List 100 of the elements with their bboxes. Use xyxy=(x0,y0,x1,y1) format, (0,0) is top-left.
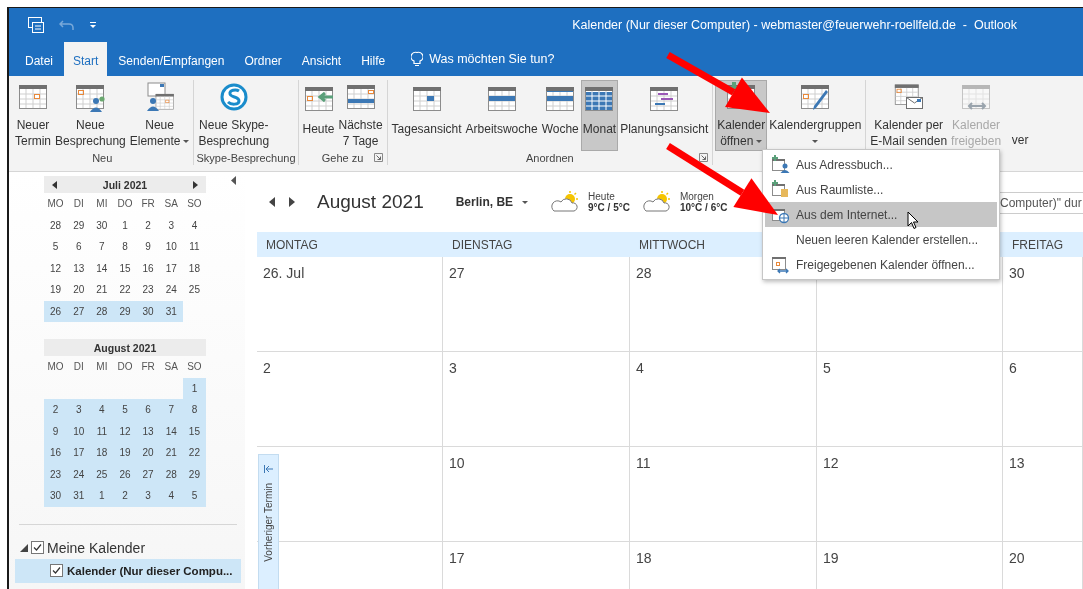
date-cell[interactable]: 10 xyxy=(67,420,91,442)
ribbon-button[interactable]: Nächste 7 Tage xyxy=(336,80,385,151)
date-cell[interactable]: 4 xyxy=(159,485,183,507)
date-cell[interactable]: 17 xyxy=(67,442,91,464)
date-cell[interactable]: 23 xyxy=(44,463,68,485)
date-cell[interactable]: 10 xyxy=(159,236,183,258)
menu-item[interactable]: Aus Adressbuch... xyxy=(765,152,997,177)
date-cell[interactable]: 11 xyxy=(90,420,114,442)
date-cell[interactable]: 4 xyxy=(182,214,206,236)
date-cell[interactable]: 5 xyxy=(113,399,137,421)
ribbon-tab[interactable]: Datei xyxy=(16,42,62,76)
ribbon-tab[interactable]: Ansicht xyxy=(292,42,351,76)
date-cell[interactable]: 28 xyxy=(90,300,114,322)
date-cell[interactable]: 23 xyxy=(136,279,160,301)
date-cell[interactable]: 9 xyxy=(44,420,68,442)
date-cell[interactable]: 7 xyxy=(90,236,114,258)
ribbon-button[interactable]: Woche xyxy=(539,80,581,151)
date-cell[interactable]: 1 xyxy=(182,377,206,399)
date-cell[interactable]: 25 xyxy=(182,279,206,301)
date-cell[interactable]: 19 xyxy=(44,279,68,301)
ribbon-tab[interactable]: Start xyxy=(64,42,108,76)
date-cell[interactable]: 11 xyxy=(182,236,206,258)
date-cell[interactable]: 3 xyxy=(136,485,160,507)
date-cell[interactable]: 20 xyxy=(67,279,91,301)
date-cell[interactable]: 29 xyxy=(67,214,91,236)
previous-arrow-icon[interactable] xyxy=(269,197,275,207)
dialog-launcher-icon[interactable] xyxy=(373,153,383,163)
ribbon-button[interactable]: Neue Besprechung xyxy=(53,80,128,151)
date-cell[interactable]: 4 xyxy=(90,399,114,421)
ribbon-button[interactable]: Heute xyxy=(300,80,337,151)
date-cell[interactable]: 16 xyxy=(136,257,160,279)
date-cell[interactable]: 3 xyxy=(67,399,91,421)
date-cell[interactable]: 7 xyxy=(159,399,183,421)
ribbon-button[interactable]: Neue Skype- Besprechung xyxy=(196,80,272,151)
date-cell[interactable]: 30 xyxy=(44,485,68,507)
menu-item[interactable]: Aus Raumliste... xyxy=(765,177,997,202)
ribbon-button[interactable]: Monat xyxy=(580,80,619,151)
ribbon-button[interactable]: Neue Elemente xyxy=(127,80,192,151)
checkbox[interactable] xyxy=(31,541,44,554)
tell-me-field[interactable]: Was möchten Sie tun? xyxy=(429,52,570,66)
date-cell[interactable]: 30 xyxy=(90,214,114,236)
ribbon-button[interactable]: Tagesansicht xyxy=(389,80,464,151)
date-cell[interactable]: 31 xyxy=(159,300,183,322)
date-cell[interactable]: 2 xyxy=(136,214,160,236)
date-cell[interactable]: 2 xyxy=(44,399,68,421)
calendar-list-item[interactable]: Kalender (Nur dieser Compu... xyxy=(15,558,241,583)
date-cell[interactable]: 21 xyxy=(159,442,183,464)
ribbon-button[interactable]: Arbeitswoche xyxy=(463,80,540,151)
date-cell[interactable]: 19 xyxy=(113,442,137,464)
date-cell[interactable]: 31 xyxy=(67,485,91,507)
date-cell[interactable]: 22 xyxy=(182,442,206,464)
date-cell[interactable]: 24 xyxy=(67,463,91,485)
date-cell[interactable]: 9 xyxy=(136,236,160,258)
folder-label[interactable]: Meine Kalender xyxy=(47,539,146,556)
ribbon-tab[interactable]: Hilfe xyxy=(352,42,395,76)
ribbon-button[interactable]: Planungsansicht xyxy=(618,80,711,151)
date-cell[interactable]: 6 xyxy=(136,399,160,421)
next-arrow-icon[interactable] xyxy=(193,180,198,189)
date-cell[interactable]: 30 xyxy=(136,300,160,322)
date-cell[interactable]: 21 xyxy=(90,279,114,301)
previous-arrow-icon[interactable] xyxy=(52,180,57,189)
date-cell[interactable]: 5 xyxy=(44,236,68,258)
date-cell[interactable]: 25 xyxy=(90,463,114,485)
date-cell[interactable]: 12 xyxy=(44,257,68,279)
date-cell[interactable]: 16 xyxy=(44,442,68,464)
date-cell[interactable]: 26 xyxy=(113,463,137,485)
menu-item[interactable]: Freigegebenen Kalender öffnen... xyxy=(765,252,997,277)
previous-appointment-tab[interactable]: Vorheriger Termin xyxy=(258,454,279,589)
menu-item[interactable]: Aus dem Internet... xyxy=(765,202,997,227)
dialog-launcher-icon[interactable] xyxy=(699,153,709,163)
date-cell[interactable]: 24 xyxy=(159,279,183,301)
date-cell[interactable]: 27 xyxy=(67,300,91,322)
date-cell[interactable]: 5 xyxy=(182,485,206,507)
date-cell[interactable]: 1 xyxy=(90,485,114,507)
date-cell[interactable]: 8 xyxy=(113,236,137,258)
checkbox[interactable] xyxy=(50,564,63,577)
collapse-chevron-icon[interactable] xyxy=(231,176,237,185)
expand-triangle-icon[interactable] xyxy=(20,543,28,552)
customize-caret-icon[interactable] xyxy=(89,21,97,29)
ribbon-button[interactable]: Neuer Termin xyxy=(13,80,53,151)
save-icon[interactable] xyxy=(27,16,45,34)
date-cell[interactable]: 2 xyxy=(113,485,137,507)
next-arrow-icon[interactable] xyxy=(289,197,295,207)
date-cell[interactable]: 13 xyxy=(67,257,91,279)
search-field[interactable]: Computer)" dur xyxy=(999,192,1083,214)
menu-item[interactable]: Neuen leeren Kalender erstellen... xyxy=(765,227,997,252)
date-cell[interactable]: 14 xyxy=(90,257,114,279)
date-cell[interactable]: 29 xyxy=(113,300,137,322)
date-cell[interactable]: 6 xyxy=(67,236,91,258)
date-cell[interactable]: 8 xyxy=(182,399,206,421)
date-cell[interactable]: 17 xyxy=(159,257,183,279)
ribbon-button[interactable]: ver xyxy=(1003,80,1038,151)
date-cell[interactable]: 18 xyxy=(90,442,114,464)
date-cell[interactable]: 3 xyxy=(159,214,183,236)
location-dropdown[interactable]: Berlin, BE xyxy=(455,195,529,209)
date-cell[interactable]: 28 xyxy=(44,214,68,236)
date-cell[interactable]: 22 xyxy=(113,279,137,301)
ribbon-tab[interactable]: Ordner xyxy=(235,42,291,76)
date-cell[interactable]: 20 xyxy=(136,442,160,464)
date-cell[interactable]: 15 xyxy=(113,257,137,279)
